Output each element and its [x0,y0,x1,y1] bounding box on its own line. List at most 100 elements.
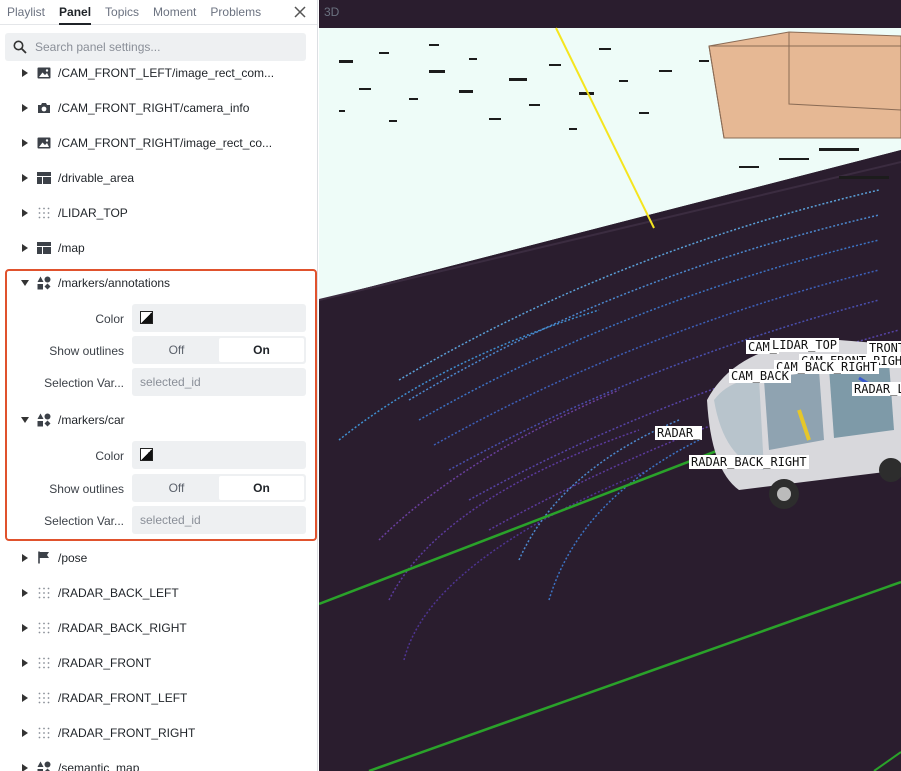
setting-label: Color [95,312,124,326]
topic-label: /LIDAR_TOP [58,205,128,220]
frame-label: LIDAR_TOP [770,338,840,352]
settings-sidebar: Playlist Panel Topics Moment Problems /C… [0,0,318,771]
topic-label: /RADAR_FRONT_LEFT [58,690,188,705]
topic-row-lidar-top[interactable]: /LIDAR_TOP [0,195,316,230]
topic-row-pose[interactable]: /pose [0,540,316,575]
topic-label: /RADAR_FRONT_RIGHT [58,725,196,740]
tab-topics[interactable]: Topics [98,0,146,24]
chevron-down-icon[interactable] [20,278,30,288]
setting-label: Color [95,449,124,463]
outlines-on-option[interactable]: On [219,476,304,500]
chevron-right-icon[interactable] [20,588,30,598]
topic-label: /map [58,240,85,255]
topic-row-markers-annotations[interactable]: /markers/annotations [0,265,316,300]
topic-row-cam-front-right-info[interactable]: /CAM_FRONT_RIGHT/camera_info [0,90,316,125]
topic-row-cam-front-left-image[interactable]: /CAM_FRONT_LEFT/image_rect_com... [0,55,316,90]
selection-variable-setting: Selection Var... selected_id [0,368,316,398]
chevron-right-icon[interactable] [20,763,30,771]
shapes-icon [37,413,51,427]
topic-label: /CAM_FRONT_RIGHT/image_rect_co... [58,135,273,150]
color-swatch[interactable] [140,448,153,461]
grid-map-icon [37,241,51,255]
setting-label: Selection Var... [44,514,124,528]
pointcloud-icon [37,621,51,635]
frame-label: CAM_BACK [729,369,791,383]
topic-label: /semantic_map [58,760,140,771]
color-setting: Color [0,441,316,471]
3d-scene[interactable] [319,0,901,771]
topic-label: /drivable_area [58,170,135,185]
topic-row-markers-car[interactable]: /markers/car [0,402,316,437]
pointcloud-icon [37,726,51,740]
chevron-right-icon[interactable] [20,103,30,113]
outlines-toggle: Off On [132,336,306,364]
topic-label: /RADAR_BACK_LEFT [58,585,179,600]
topic-label: /CAM_FRONT_RIGHT/camera_info [58,100,250,115]
topic-label: /markers/annotations [58,275,171,290]
topic-row-radar-back-right[interactable]: /RADAR_BACK_RIGHT [0,610,316,645]
pointcloud-icon [37,586,51,600]
topic-row-cam-front-right-image[interactable]: /CAM_FRONT_RIGHT/image_rect_co... [0,125,316,160]
show-outlines-setting: Show outlines Off On [0,474,316,504]
chevron-right-icon[interactable] [20,243,30,253]
selection-variable-input[interactable]: selected_id [132,506,306,534]
chevron-right-icon[interactable] [20,693,30,703]
topic-row-radar-back-left[interactable]: /RADAR_BACK_LEFT [0,575,316,610]
frame-label: RADAR_BACK_RIGHT [689,455,809,469]
tab-playlist[interactable]: Playlist [0,0,52,24]
chevron-right-icon[interactable] [20,728,30,738]
bounding-box [708,31,901,139]
frame-label: RADAR_ [655,426,703,440]
topic-row-radar-front-right[interactable]: /RADAR_FRONT_RIGHT [0,715,316,750]
camera-icon [37,101,51,115]
topic-label: /CAM_FRONT_LEFT/image_rect_com... [58,65,275,80]
3d-panel[interactable]: 3D CAM_ LIDAR_TOP TRON CAM_BACK_RIGHT CA… [319,0,901,771]
chevron-right-icon[interactable] [20,173,30,183]
close-icon[interactable] [291,3,309,21]
color-picker[interactable] [132,304,306,332]
chevron-right-icon[interactable] [20,658,30,668]
color-swatch[interactable] [140,311,153,324]
setting-label: Show outlines [49,482,124,496]
selection-variable-input[interactable]: selected_id [132,368,306,396]
chevron-right-icon[interactable] [20,68,30,78]
outlines-off-option[interactable]: Off [134,476,219,500]
chevron-right-icon[interactable] [20,623,30,633]
search-input[interactable] [35,40,285,54]
color-picker[interactable] [132,441,306,469]
chevron-right-icon[interactable] [20,138,30,148]
tab-moment[interactable]: Moment [146,0,203,24]
topic-label: /RADAR_FRONT [58,655,152,670]
frame-label: RADAR_L [852,382,901,396]
selection-placeholder: selected_id [140,375,201,389]
topic-label: /RADAR_BACK_RIGHT [58,620,187,635]
outlines-off-option[interactable]: Off [134,338,219,362]
outlines-toggle: Off On [132,474,306,502]
pointcloud-icon [37,656,51,670]
topic-row-radar-front[interactable]: /RADAR_FRONT [0,645,316,680]
outlines-on-option[interactable]: On [219,338,304,362]
image-icon [37,66,51,80]
flag-icon [37,551,51,565]
pointcloud-icon [37,206,51,220]
topic-label: /pose [58,550,88,565]
frame-label: TRONT [867,341,901,355]
chevron-right-icon[interactable] [20,553,30,563]
chevron-right-icon[interactable] [20,208,30,218]
topic-row-radar-front-left[interactable]: /RADAR_FRONT_LEFT [0,680,316,715]
topic-row-semantic-map[interactable]: /semantic_map [0,750,316,771]
setting-label: Selection Var... [44,376,124,390]
setting-label: Show outlines [49,344,124,358]
shapes-icon [37,276,51,290]
selection-placeholder: selected_id [140,513,201,527]
sidebar-tabbar: Playlist Panel Topics Moment Problems [0,0,317,25]
panel-title: 3D [324,5,340,19]
tab-problems[interactable]: Problems [203,0,268,24]
image-icon [37,136,51,150]
topic-row-map[interactable]: /map [0,230,316,265]
search-icon [13,40,27,54]
tab-panel[interactable]: Panel [52,0,98,25]
topic-row-drivable-area[interactable]: /drivable_area [0,160,316,195]
selection-variable-setting: Selection Var... selected_id [0,506,316,536]
chevron-down-icon[interactable] [20,415,30,425]
